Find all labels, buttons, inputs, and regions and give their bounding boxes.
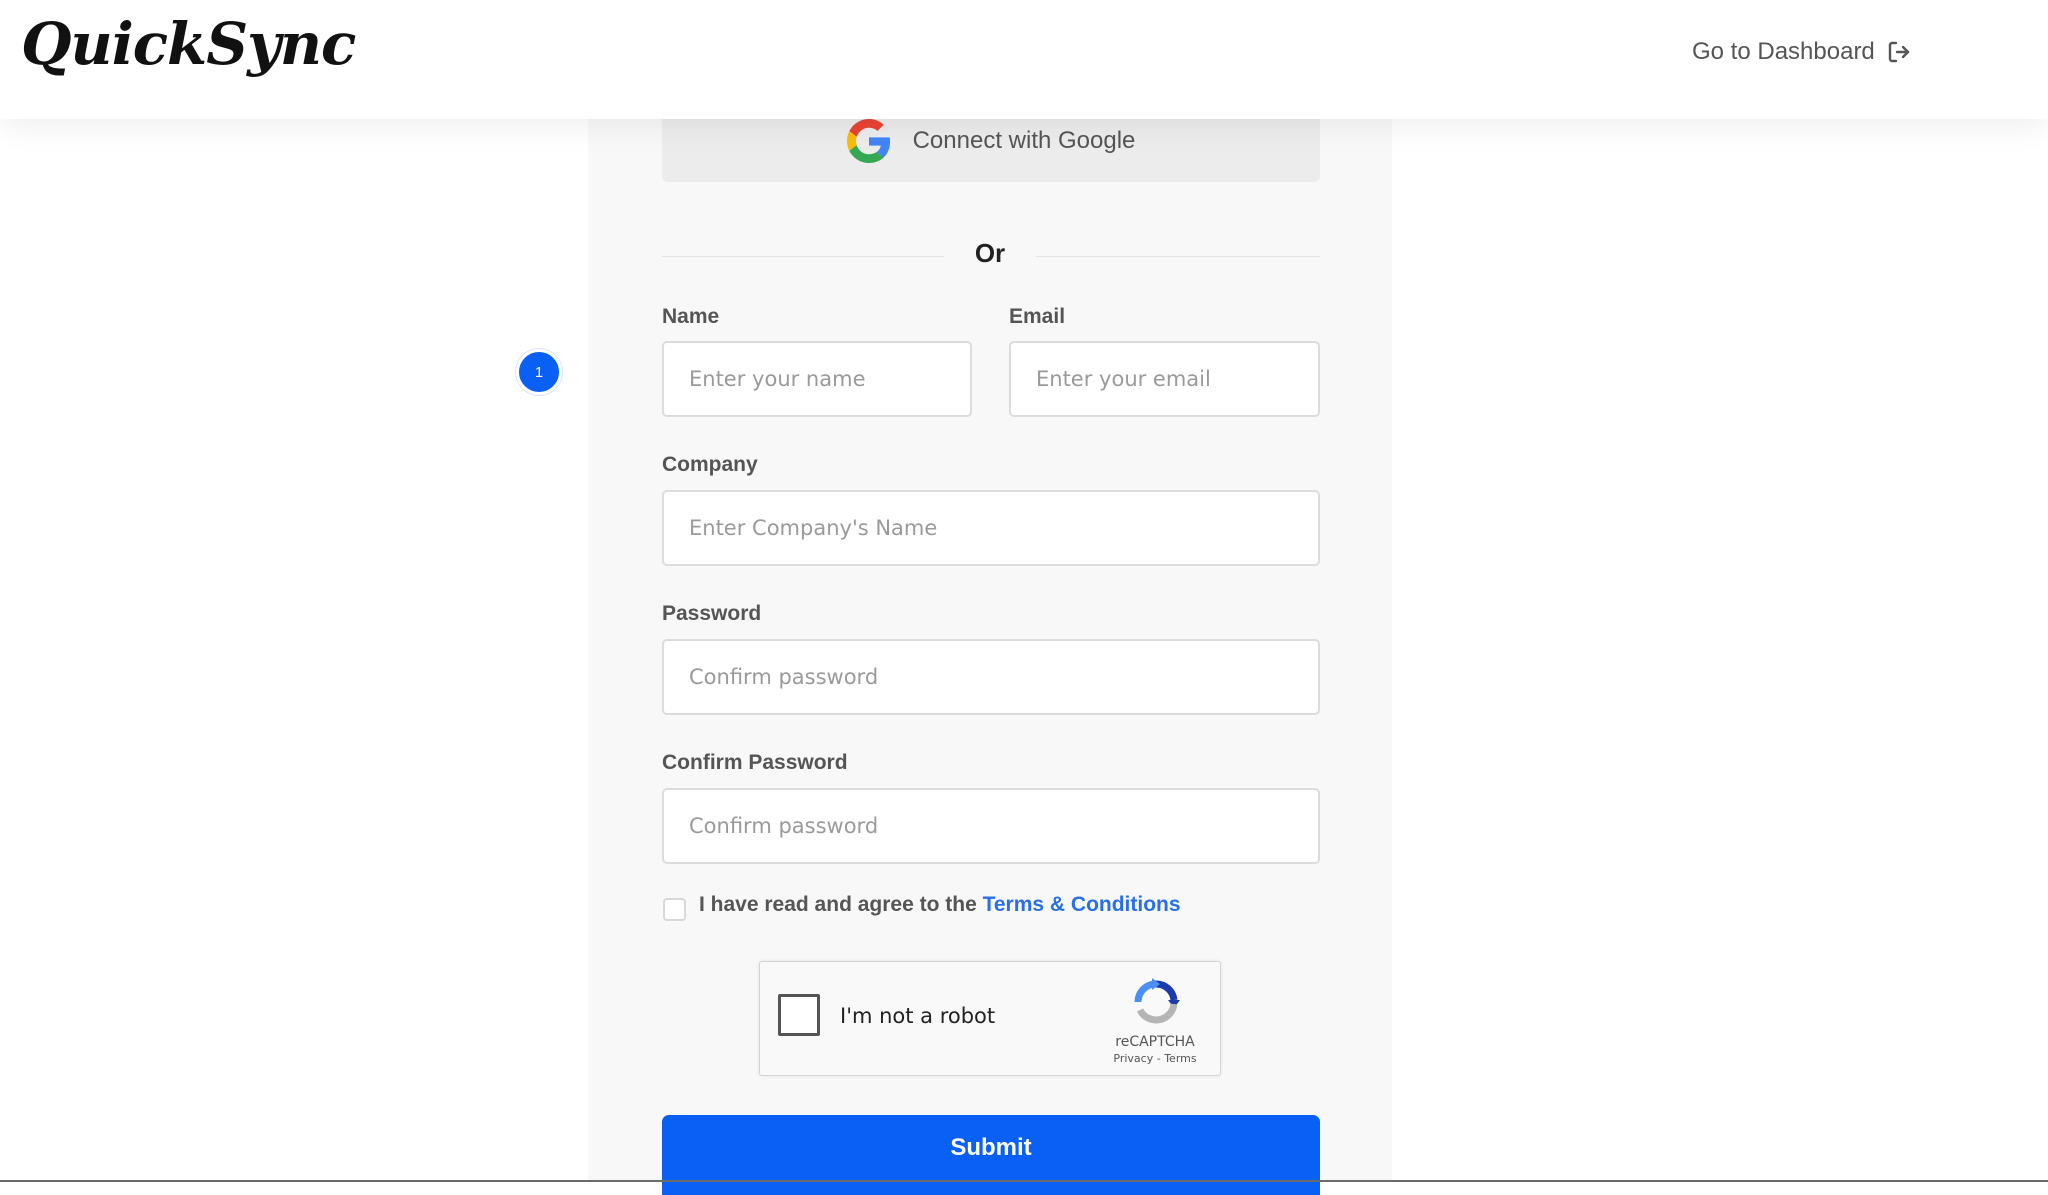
- recaptcha-logo-icon: [1132, 978, 1180, 1031]
- submit-button[interactable]: Submit: [662, 1115, 1320, 1195]
- company-label: Company: [662, 453, 758, 476]
- terms-prefix: I have read and agree to the: [699, 893, 983, 916]
- name-input[interactable]: [662, 341, 972, 417]
- name-label: Name: [662, 305, 720, 328]
- terms-checkbox[interactable]: [663, 898, 686, 921]
- top-header: QuickSync Go to Dashboard: [0, 0, 2048, 119]
- terms-text: I have read and agree to the Terms & Con…: [699, 893, 1181, 917]
- confirm-password-input[interactable]: [662, 788, 1320, 864]
- recaptcha-widget: I'm not a robot reCAPTCHA Privacy - Term…: [759, 961, 1221, 1076]
- email-input[interactable]: [1009, 341, 1320, 417]
- recaptcha-privacy-terms[interactable]: Privacy - Terms: [1090, 1052, 1220, 1065]
- password-input[interactable]: [662, 639, 1320, 715]
- company-input[interactable]: [662, 490, 1320, 566]
- confirm-password-label: Confirm Password: [662, 751, 848, 774]
- go-to-dashboard-label: Go to Dashboard: [1692, 38, 1875, 65]
- google-icon: [846, 119, 891, 163]
- terms-conditions-link[interactable]: Terms & Conditions: [983, 893, 1181, 916]
- password-label: Password: [662, 602, 762, 625]
- email-label: Email: [1009, 305, 1066, 328]
- recaptcha-checkbox[interactable]: [778, 994, 820, 1036]
- or-divider-text: Or: [974, 238, 1006, 268]
- quicksync-logo[interactable]: QuickSync: [21, 10, 356, 78]
- go-to-dashboard-link[interactable]: Go to Dashboard: [1692, 38, 1911, 66]
- step-number-badge: 1: [516, 349, 562, 395]
- recaptcha-brand: reCAPTCHA: [1115, 1034, 1195, 1050]
- sign-out-icon: [1887, 40, 1911, 64]
- divider-line-left: [662, 256, 944, 257]
- divider-line-right: [1036, 256, 1320, 257]
- recaptcha-label: I'm not a robot: [840, 1004, 996, 1028]
- connect-google-label: Connect with Google: [912, 127, 1136, 154]
